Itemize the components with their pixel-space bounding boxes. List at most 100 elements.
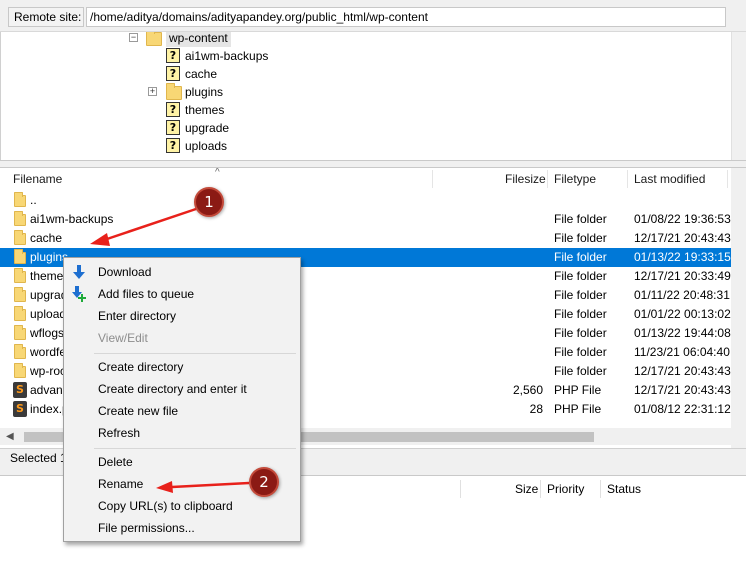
unknown-folder-icon: ? [166, 120, 180, 135]
file-modified: 12/17/21 20:43:43 [634, 231, 731, 245]
file-modified: 01/01/22 00:13:02 [634, 307, 731, 321]
menu-item-label: Create directory and enter it [98, 382, 247, 396]
file-type: File folder [554, 307, 607, 321]
pane-splitter[interactable] [0, 160, 746, 168]
folder-icon [14, 249, 26, 264]
tree-item-wp-content[interactable]: − wp-content [129, 32, 309, 47]
folder-icon [14, 192, 26, 207]
file-name: cache [30, 231, 63, 245]
unknown-folder-icon: ? [166, 138, 180, 153]
file-modified: 01/11/22 20:48:31 [634, 288, 730, 302]
column-divider[interactable] [547, 170, 548, 188]
file-modified: 01/08/12 22:31:12 [634, 402, 731, 416]
remote-directory-tree: − wp-content ? ai1wm-backups ? cache + p… [0, 32, 731, 160]
file-modified: 11/23/21 06:04:40 [634, 345, 730, 359]
menu-item-refresh[interactable]: Refresh [64, 422, 300, 444]
download-icon [73, 265, 85, 279]
tree-item-upgrade[interactable]: ? upgrade [166, 119, 366, 137]
menu-item-label: View/Edit [98, 331, 148, 345]
file-modified: 01/13/22 19:33:15 [634, 250, 731, 264]
tree-item-label: plugins [185, 85, 224, 99]
column-header-filesize[interactable]: Filesize [505, 168, 546, 190]
menu-item-create-directory[interactable]: Create directory [64, 356, 300, 378]
column-header-filename[interactable]: Filename [13, 168, 62, 190]
folder-icon [166, 83, 182, 100]
menu-item-label: File permissions... [98, 521, 195, 535]
tree-item-plugins[interactable]: + plugins [148, 83, 368, 101]
scroll-left-icon[interactable]: ◀ [6, 428, 14, 445]
tree-item-ai1wm-backups[interactable]: ? ai1wm-backups [166, 47, 366, 65]
tree-item-themes[interactable]: ? themes [166, 101, 366, 119]
menu-separator [94, 353, 296, 354]
file-type: File folder [554, 288, 607, 302]
menu-item-view-edit: View/Edit [64, 327, 300, 349]
folder-icon [14, 268, 26, 283]
folder-icon [14, 363, 26, 378]
queue-header-size[interactable]: Size [515, 478, 538, 500]
column-divider[interactable] [460, 480, 461, 498]
menu-item-add-files-to-queue[interactable]: Add files to queue [64, 283, 300, 305]
file-list-scrollbar[interactable] [731, 168, 746, 448]
folder-icon [14, 306, 26, 321]
menu-item-create-new-file[interactable]: Create new file [64, 400, 300, 422]
menu-item-label: Delete [98, 455, 133, 469]
column-divider[interactable] [540, 480, 541, 498]
sort-ascending-icon: ^ [215, 168, 220, 178]
file-size: 2,560 [512, 383, 543, 397]
folder-icon [14, 230, 26, 245]
menu-item-copy-urls[interactable]: Copy URL(s) to clipboard [64, 495, 300, 517]
annotation-marker-2: 2 [249, 467, 279, 497]
tree-item-cache[interactable]: ? cache [166, 65, 366, 83]
file-type: PHP File [554, 402, 602, 416]
menu-item-label: Create directory [98, 360, 184, 374]
add-to-queue-icon [72, 286, 86, 302]
menu-item-label: Enter directory [98, 309, 177, 323]
tree-item-label: ai1wm-backups [185, 49, 269, 63]
file-type: File folder [554, 345, 607, 359]
menu-item-label: Refresh [98, 426, 141, 440]
unknown-folder-icon: ? [166, 66, 180, 81]
queue-header-priority[interactable]: Priority [547, 478, 584, 500]
remote-path-input[interactable]: /home/aditya/domains/adityapandey.org/pu… [86, 7, 726, 27]
unknown-folder-icon: ? [166, 102, 180, 117]
menu-item-label: Rename [98, 477, 144, 491]
menu-item-create-directory-and-enter[interactable]: Create directory and enter it [64, 378, 300, 400]
context-menu: Download Add files to queue Enter direct… [63, 257, 301, 542]
column-divider[interactable] [627, 170, 628, 188]
unknown-folder-icon: ? [166, 48, 180, 63]
file-modified: 12/17/21 20:43:43 [634, 364, 731, 378]
column-header-filetype[interactable]: Filetype [554, 168, 596, 190]
menu-separator [94, 448, 296, 449]
remote-site-label: Remote site: [8, 7, 84, 27]
column-divider[interactable] [727, 170, 728, 188]
collapse-icon[interactable]: − [129, 33, 138, 42]
file-modified: 01/08/22 19:36:53 [634, 212, 731, 226]
file-name: ai1wm-backups [30, 212, 114, 226]
file-type: File folder [554, 250, 607, 264]
folder-icon [146, 32, 162, 46]
file-type: File folder [554, 212, 607, 226]
menu-item-download[interactable]: Download [64, 261, 300, 283]
file-type: File folder [554, 364, 607, 378]
file-type: PHP File [554, 383, 602, 397]
column-divider[interactable] [600, 480, 601, 498]
tree-item-label: wp-content [166, 32, 231, 47]
file-type: File folder [554, 269, 607, 283]
file-name: wflogs [30, 326, 65, 340]
menu-item-file-permissions[interactable]: File permissions... [64, 517, 300, 539]
tree-scrollbar[interactable] [731, 32, 746, 160]
menu-item-enter-directory[interactable]: Enter directory [64, 305, 300, 327]
menu-item-label: Add files to queue [98, 287, 195, 301]
queue-header-status[interactable]: Status [607, 478, 641, 500]
expand-icon[interactable]: + [148, 87, 157, 96]
file-type: File folder [554, 326, 607, 340]
file-row-[interactable]: .. [0, 191, 731, 210]
tree-item-uploads[interactable]: ? uploads [166, 137, 366, 155]
file-row-ai1wm-backups[interactable]: ai1wm-backups File folder 01/08/22 19:36:5… [0, 210, 731, 229]
column-header-last-modified[interactable]: Last modified [634, 168, 705, 190]
file-row-cache[interactable]: cache File folder 12/17/21 20:43:43 [0, 229, 731, 248]
menu-item-label: Download [98, 265, 152, 279]
file-name: .. [30, 193, 37, 207]
column-divider[interactable] [432, 170, 433, 188]
folder-icon [14, 344, 26, 359]
